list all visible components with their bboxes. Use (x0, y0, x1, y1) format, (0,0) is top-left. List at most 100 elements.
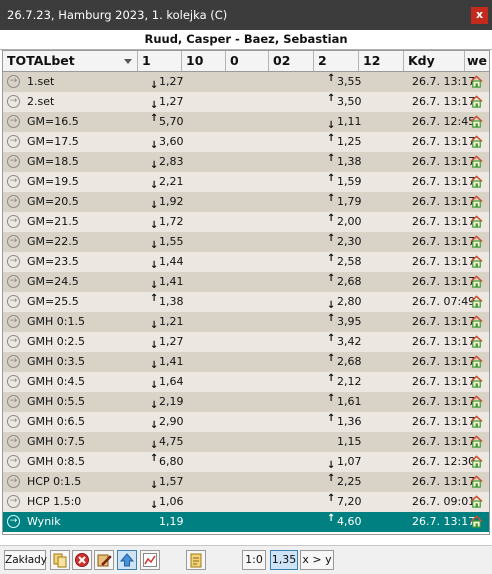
odds-button[interactable]: 1,35 (270, 550, 298, 570)
odds-home[interactable]: 1,41 (159, 272, 184, 292)
odds-home[interactable]: 5,70 (159, 112, 184, 132)
odds-home[interactable]: 1,41 (159, 352, 184, 372)
table-row[interactable]: → GM=23.5 ↓ 1,44 ↑ 2,58 26.7. 13:17 (3, 252, 489, 272)
odds-home[interactable]: 6,80 (159, 452, 184, 472)
zaklady-button[interactable]: Zakłady (4, 550, 47, 570)
home-icon[interactable] (470, 175, 483, 188)
table-row[interactable]: → 2.set ↓ 1,27 ↑ 3,50 26.7. 13:17 (3, 92, 489, 112)
odds-away[interactable]: 2,25 (337, 472, 362, 492)
table-row[interactable]: → GM=25.5 ↑ 1,38 ↓ 2,80 26.7. 07:49 (3, 292, 489, 312)
odds-home[interactable]: 1,44 (159, 252, 184, 272)
odds-home[interactable]: 2,21 (159, 172, 184, 192)
row-arrow-icon[interactable]: → (7, 475, 20, 488)
odds-home[interactable]: 1,27 (159, 92, 184, 112)
odds-home[interactable]: 1,72 (159, 212, 184, 232)
table-row[interactable]: → GMH 0:8.5 ↑ 6,80 ↓ 1,07 26.7. 12:30 (3, 452, 489, 472)
column-header-10[interactable]: 10 (182, 51, 226, 71)
row-arrow-icon[interactable]: → (7, 115, 20, 128)
home-icon[interactable] (470, 495, 483, 508)
table-row[interactable]: → GMH 0:4.5 ↓ 1,64 ↑ 2,12 26.7. 13:17 (3, 372, 489, 392)
column-header-kdy[interactable]: Kdy (404, 51, 465, 71)
odds-away[interactable]: 1,15 (337, 432, 362, 452)
odds-away[interactable]: 2,30 (337, 232, 362, 252)
odds-away[interactable]: 1,11 (337, 112, 362, 132)
table-row[interactable]: → GM=19.5 ↓ 2,21 ↑ 1,59 26.7. 13:17 (3, 172, 489, 192)
odds-away[interactable]: 2,68 (337, 272, 362, 292)
column-header-1[interactable]: 1 (138, 51, 182, 71)
home-icon[interactable] (470, 315, 483, 328)
row-arrow-icon[interactable]: → (7, 515, 20, 528)
table-row[interactable]: → GM=22.5 ↓ 1,55 ↑ 2,30 26.7. 13:17 (3, 232, 489, 252)
row-arrow-icon[interactable]: → (7, 415, 20, 428)
column-header-12[interactable]: 12 (359, 51, 404, 71)
table-row[interactable]: → GMH 0:2.5 ↓ 1,27 ↑ 3,42 26.7. 13:17 (3, 332, 489, 352)
odds-away[interactable]: 3,95 (337, 312, 362, 332)
row-arrow-icon[interactable]: → (7, 355, 20, 368)
table-row[interactable]: → GMH 0:6.5 ↓ 2,90 ↑ 1,36 26.7. 13:17 (3, 412, 489, 432)
home-icon[interactable] (470, 515, 483, 528)
home-icon[interactable] (470, 475, 483, 488)
home-icon[interactable] (470, 375, 483, 388)
table-row[interactable]: → GM=21.5 ↓ 1,72 ↑ 2,00 26.7. 13:17 (3, 212, 489, 232)
home-icon[interactable] (470, 215, 483, 228)
row-arrow-icon[interactable]: → (7, 195, 20, 208)
odds-home[interactable]: 2,19 (159, 392, 184, 412)
column-header-we[interactable]: we (465, 51, 489, 71)
home-icon[interactable] (470, 255, 483, 268)
close-button[interactable]: x (471, 7, 488, 24)
home-icon[interactable] (470, 235, 483, 248)
odds-home[interactable]: 1,27 (159, 332, 184, 352)
odds-home[interactable]: 4,75 (159, 432, 184, 452)
move-up-button[interactable] (117, 550, 137, 570)
odds-away[interactable]: 1,25 (337, 132, 362, 152)
home-icon[interactable] (470, 415, 483, 428)
row-arrow-icon[interactable]: → (7, 75, 20, 88)
home-icon[interactable] (470, 455, 483, 468)
odds-away[interactable]: 3,50 (337, 92, 362, 112)
odds-home[interactable]: 1,64 (159, 372, 184, 392)
row-arrow-icon[interactable]: → (7, 135, 20, 148)
row-arrow-icon[interactable]: → (7, 175, 20, 188)
home-icon[interactable] (470, 275, 483, 288)
row-arrow-icon[interactable]: → (7, 315, 20, 328)
odds-home[interactable]: 1,19 (159, 512, 184, 532)
odds-away[interactable]: 7,20 (337, 492, 362, 512)
table-row[interactable]: → Wynik 1,19 ↑ 4,60 26.7. 13:17 (3, 512, 489, 532)
odds-away[interactable]: 1,59 (337, 172, 362, 192)
odds-away[interactable]: 2,80 (337, 292, 362, 312)
column-header-0[interactable]: 0 (226, 51, 269, 71)
odds-away[interactable]: 2,68 (337, 352, 362, 372)
odds-home[interactable]: 1,38 (159, 292, 184, 312)
column-header-2[interactable]: 2 (314, 51, 359, 71)
odds-home[interactable]: 1,92 (159, 192, 184, 212)
table-row[interactable]: → HCP 1.5:0 ↓ 1,06 ↑ 7,20 26.7. 09:01 (3, 492, 489, 512)
table-row[interactable]: → GMH 0:3.5 ↓ 1,41 ↑ 2,68 26.7. 13:17 (3, 352, 489, 372)
odds-home[interactable]: 1,55 (159, 232, 184, 252)
row-arrow-icon[interactable]: → (7, 395, 20, 408)
odds-home[interactable]: 2,90 (159, 412, 184, 432)
odds-away[interactable]: 1,36 (337, 412, 362, 432)
copy-button[interactable] (50, 550, 70, 570)
table-row[interactable]: → GM=16.5 ↑ 5,70 ↓ 1,11 26.7. 12:45 (3, 112, 489, 132)
table-row[interactable]: → GM=20.5 ↓ 1,92 ↑ 1,79 26.7. 13:17 (3, 192, 489, 212)
odds-home[interactable]: 1,06 (159, 492, 184, 512)
table-row[interactable]: → GMH 0:7.5 ↓ 4,75 1,15 26.7. 13:17 (3, 432, 489, 452)
odds-away[interactable]: 2,00 (337, 212, 362, 232)
odds-away[interactable]: 3,55 (337, 72, 362, 92)
home-icon[interactable] (470, 435, 483, 448)
row-arrow-icon[interactable]: → (7, 295, 20, 308)
odds-home[interactable]: 2,83 (159, 152, 184, 172)
row-arrow-icon[interactable]: → (7, 95, 20, 108)
odds-home[interactable]: 3,60 (159, 132, 184, 152)
odds-away[interactable]: 4,60 (337, 512, 362, 532)
row-arrow-icon[interactable]: → (7, 435, 20, 448)
home-icon[interactable] (470, 135, 483, 148)
odds-away[interactable]: 1,79 (337, 192, 362, 212)
row-arrow-icon[interactable]: → (7, 215, 20, 228)
table-row[interactable]: → GM=17.5 ↓ 3,60 ↑ 1,25 26.7. 13:17 (3, 132, 489, 152)
home-icon[interactable] (470, 75, 483, 88)
home-icon[interactable] (470, 155, 483, 168)
row-arrow-icon[interactable]: → (7, 455, 20, 468)
home-icon[interactable] (470, 355, 483, 368)
row-arrow-icon[interactable]: → (7, 235, 20, 248)
